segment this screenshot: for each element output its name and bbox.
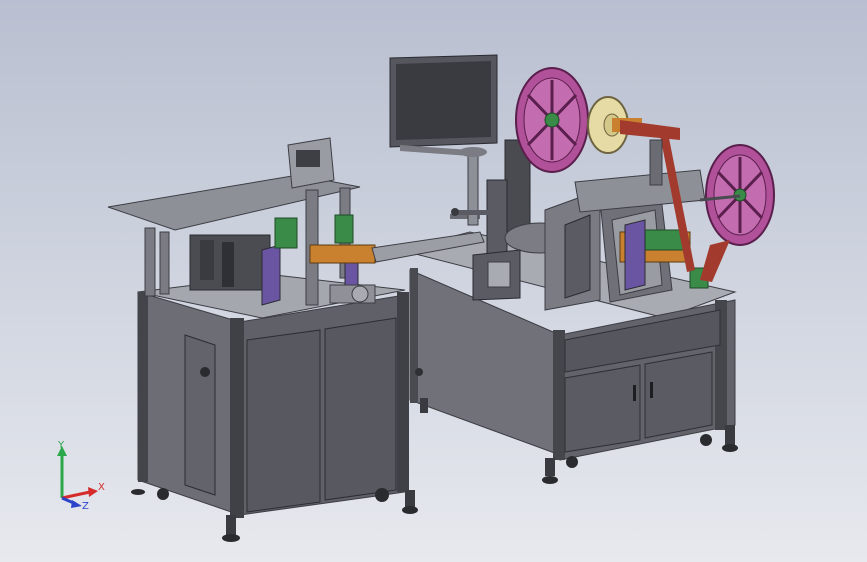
cad-viewport[interactable]: Y X Z <box>0 0 867 562</box>
reel-left <box>515 67 589 173</box>
coordinate-triad: Y X Z <box>52 440 112 512</box>
monitor <box>389 54 498 226</box>
z-axis-label: Z <box>82 501 89 512</box>
assembly-model[interactable] <box>0 0 867 562</box>
left-cabinet <box>131 274 418 542</box>
z-axis-arrow <box>71 500 82 508</box>
x-axis-label: X <box>98 482 105 493</box>
hmi-touch-panel <box>287 137 335 189</box>
x-axis-line <box>61 490 91 500</box>
x-axis-arrow <box>88 487 98 497</box>
y-axis-label: Y <box>57 440 65 451</box>
reel-right <box>699 144 775 282</box>
